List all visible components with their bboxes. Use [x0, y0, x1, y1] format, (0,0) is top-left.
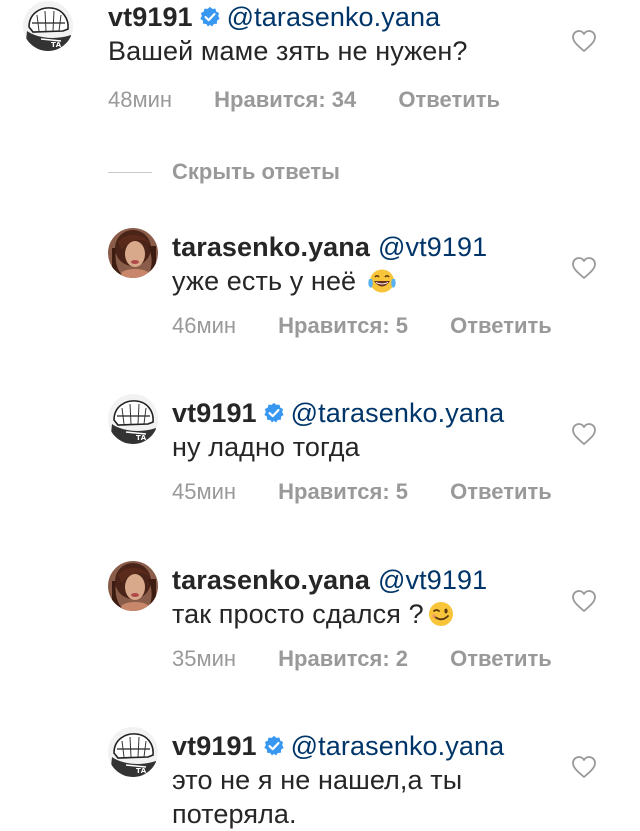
- comment-time: 45мин: [172, 479, 237, 504]
- comment-mention[interactable]: @vt9191: [378, 565, 487, 595]
- like-heart-icon[interactable]: [571, 29, 597, 53]
- comment-meta: 48мин Нравится: 34 Ответить: [108, 87, 500, 113]
- like-heart-icon[interactable]: [571, 755, 597, 779]
- comment-meta: 45мин Нравится: 5 Ответить: [172, 479, 552, 505]
- comment-time: 48мин: [108, 87, 173, 112]
- verified-badge-icon: [199, 6, 221, 28]
- comment-body: ну ладно тогда: [172, 432, 360, 462]
- comment-text-block: vt9191 @tarasenko.yana это не я не нашел,…: [172, 729, 504, 831]
- comment-username[interactable]: vt9191: [108, 2, 193, 32]
- comment-text-block: vt9191 @tarasenko.yana ну ладно тогда: [172, 396, 504, 464]
- like-heart-icon[interactable]: [571, 589, 597, 613]
- hockey-avatar-icon: [108, 394, 158, 444]
- comment-meta: 46мин Нравится: 5 Ответить: [172, 313, 552, 339]
- tears-of-joy-emoji-icon: [368, 269, 396, 293]
- reply-button[interactable]: Ответить: [450, 646, 552, 672]
- hide-replies-button[interactable]: Скрыть ответы: [108, 157, 340, 187]
- hockey-avatar-icon: [23, 1, 73, 51]
- avatar[interactable]: [108, 228, 158, 278]
- comment-time: 35мин: [172, 646, 237, 671]
- comment-text-block: tarasenko.yana @vt9191 так просто сдался …: [172, 563, 487, 631]
- comment-mention[interactable]: @tarasenko.yana: [291, 398, 505, 428]
- comment-username[interactable]: vt9191: [172, 731, 257, 761]
- hide-replies-label: Скрыть ответы: [172, 159, 340, 184]
- reply-button[interactable]: Ответить: [450, 479, 552, 505]
- comment-time: 46мин: [172, 313, 237, 338]
- woman-avatar-icon: [108, 561, 158, 611]
- comment-body-text: уже есть у неё: [172, 266, 357, 296]
- avatar[interactable]: [108, 394, 158, 444]
- comment-likes[interactable]: Нравится: 5: [278, 479, 408, 505]
- hockey-avatar-icon: [108, 727, 158, 777]
- comment-body-text: так просто сдался ?: [172, 599, 424, 629]
- comment-username[interactable]: tarasenko.yana: [172, 232, 370, 262]
- comment-text-block: tarasenko.yana @vt9191 уже есть у неё: [172, 230, 487, 298]
- comment-likes[interactable]: Нравится: 34: [214, 87, 356, 113]
- like-heart-icon[interactable]: [571, 422, 597, 446]
- avatar[interactable]: [108, 727, 158, 777]
- divider-line: [108, 171, 152, 173]
- comment-body: уже есть у неё: [172, 264, 487, 298]
- woman-avatar-icon: [108, 228, 158, 278]
- comment-meta: 35мин Нравится: 2 Ответить: [172, 646, 552, 672]
- comment-body-line2: потеряла.: [172, 799, 297, 829]
- avatar[interactable]: [108, 561, 158, 611]
- reply-button[interactable]: Ответить: [398, 87, 500, 113]
- comment-username[interactable]: vt9191: [172, 398, 257, 428]
- verified-badge-icon: [263, 735, 285, 757]
- verified-badge-icon: [263, 402, 285, 424]
- winking-face-emoji-icon: [428, 602, 453, 626]
- comment-username[interactable]: tarasenko.yana: [172, 565, 370, 595]
- comment-mention[interactable]: @vt9191: [378, 232, 487, 262]
- comment-mention[interactable]: @tarasenko.yana: [291, 731, 505, 761]
- reply-button[interactable]: Ответить: [450, 313, 552, 339]
- comment-text-block: vt9191 @tarasenko.yana Вашей маме зять не…: [108, 0, 468, 68]
- comment-mention[interactable]: @tarasenko.yana: [227, 2, 441, 32]
- avatar[interactable]: [23, 1, 73, 51]
- comment-likes[interactable]: Нравится: 5: [278, 313, 408, 339]
- comment-body: Вашей маме зять не нужен?: [108, 36, 468, 66]
- comment-body-line1: это не я не нашел,а ты: [172, 765, 463, 795]
- comment-likes[interactable]: Нравится: 2: [278, 646, 408, 672]
- like-heart-icon[interactable]: [571, 256, 597, 280]
- comment-body: так просто сдался ?: [172, 597, 487, 631]
